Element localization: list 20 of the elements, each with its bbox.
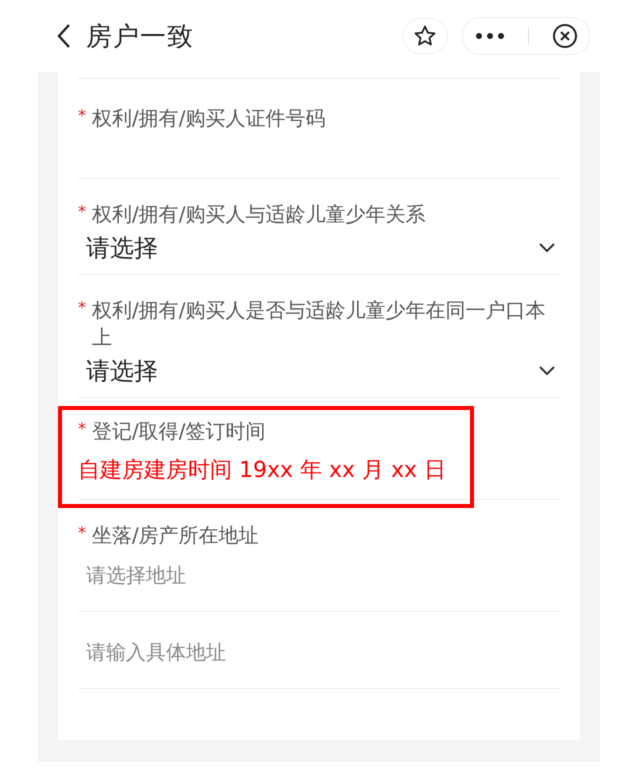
star-icon[interactable] xyxy=(402,18,448,54)
required-mark: * xyxy=(78,201,86,223)
more-icon[interactable] xyxy=(474,32,504,40)
field-label: 权利/拥有/购买人与适龄儿童少年关系 xyxy=(92,201,426,228)
required-mark: * xyxy=(78,105,86,127)
page-title: 房户一致 xyxy=(86,20,195,54)
select-field[interactable]: 请选择 xyxy=(78,351,560,397)
back-icon[interactable] xyxy=(56,23,72,49)
field-label: 坐落/房产所在地址 xyxy=(92,522,259,549)
required-mark: * xyxy=(78,297,86,319)
field-label: 权利/拥有/购买人证件号码 xyxy=(92,105,326,132)
chevron-down-icon xyxy=(538,365,556,377)
required-mark: * xyxy=(78,522,86,544)
field-label: 权利/拥有/购买人是否与适龄儿童少年在同一户口本上 xyxy=(92,297,546,351)
chevron-down-icon xyxy=(538,242,556,254)
select-field[interactable]: 请选择 xyxy=(78,228,560,274)
field-label: 登记/取得/签订时间 xyxy=(92,418,266,445)
close-icon[interactable] xyxy=(552,23,578,49)
field-value: 自建房建房时间 19xx 年 xx 月 xx 日 xyxy=(78,457,448,485)
required-mark: * xyxy=(78,418,86,440)
